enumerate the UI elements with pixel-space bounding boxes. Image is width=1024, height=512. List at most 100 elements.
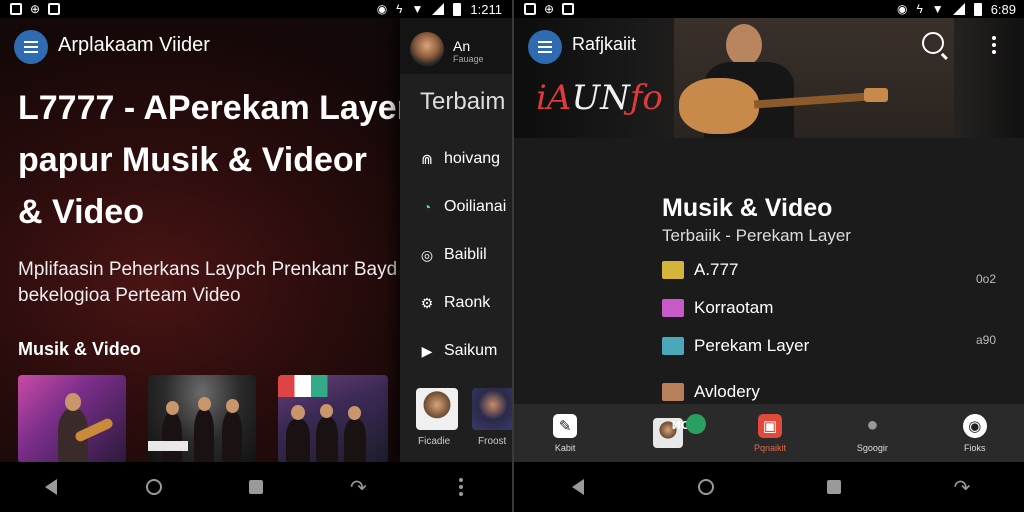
home-button[interactable] bbox=[141, 474, 167, 500]
badge-icon bbox=[685, 414, 706, 434]
back-icon bbox=[45, 479, 58, 495]
disc-icon: ◎ bbox=[420, 246, 434, 263]
drawer-header: An Fauage bbox=[400, 18, 512, 74]
overflow-button[interactable] bbox=[448, 474, 474, 500]
avatar-icon bbox=[662, 383, 684, 401]
bluetooth-icon: ϟ bbox=[916, 2, 923, 16]
profile-icon: ● bbox=[866, 414, 879, 436]
drawer-item-label: Ooilianai bbox=[444, 198, 507, 215]
record-icon bbox=[662, 337, 684, 355]
notification-icon bbox=[524, 3, 536, 15]
rotate-button[interactable]: ↷ bbox=[949, 474, 975, 500]
drawer-card-0[interactable] bbox=[416, 388, 458, 430]
list-item-value: a90 bbox=[976, 333, 997, 347]
home-icon bbox=[698, 479, 714, 495]
brand-logo: iAUNƒo bbox=[536, 78, 663, 118]
notification-icon bbox=[10, 3, 22, 15]
alarm-icon: ◉ bbox=[376, 2, 388, 16]
recents-button[interactable] bbox=[821, 474, 847, 500]
vpn-icon: ⊕ bbox=[544, 2, 555, 16]
recents-button[interactable] bbox=[243, 474, 269, 500]
drawer-item-1[interactable]: ◔ Ooilianai bbox=[418, 198, 507, 216]
drawer-item-4[interactable]: ▶ Saikum bbox=[418, 342, 498, 360]
tab-fioks[interactable]: ◉ Fioks bbox=[935, 413, 1015, 453]
drawer-card-label: Ficadie bbox=[418, 436, 451, 447]
tab-pqnaikit[interactable]: ▣ Pqnaikit bbox=[730, 413, 810, 453]
edit-icon: ✎ bbox=[553, 413, 578, 438]
tab-sgoogir[interactable]: ● Sgoogir bbox=[832, 414, 912, 453]
back-button[interactable] bbox=[565, 474, 591, 500]
app-title: Arplakaam Viider bbox=[58, 34, 210, 56]
app-title: Rafjkaiit bbox=[572, 34, 637, 54]
signal-icon bbox=[952, 3, 965, 15]
clock-icon: ◔ bbox=[422, 199, 432, 215]
home-button[interactable] bbox=[693, 474, 719, 500]
right-phone: ⊕ ◉ ϟ ▼ 6:89 Rafjkaiit iAUNƒo Musik & Vi… bbox=[514, 0, 1024, 512]
settings-icon: ⚙ bbox=[420, 294, 434, 311]
video-thumbnail-band[interactable] bbox=[148, 375, 256, 463]
more-options-icon[interactable] bbox=[992, 36, 996, 54]
video-thumbnail-concert[interactable] bbox=[278, 375, 388, 463]
drawer-item-label: Saikum bbox=[444, 342, 498, 359]
list-item-label: Avlodery bbox=[694, 382, 760, 401]
list-item[interactable]: A.777 bbox=[662, 260, 738, 280]
system-nav-bar: ↷ bbox=[514, 462, 1024, 512]
signal-icon bbox=[432, 3, 445, 15]
hamburger-icon bbox=[538, 41, 552, 43]
play-icon: ▶ bbox=[421, 342, 433, 359]
tab-profile[interactable]: ᴎᴏC bbox=[628, 414, 708, 448]
status-time: 1:211 bbox=[470, 1, 502, 17]
main-heading: Musik & Video bbox=[662, 194, 833, 222]
user-subtitle: Fauage bbox=[453, 54, 484, 64]
drawer-card-label: Froost bbox=[478, 436, 507, 447]
list-item[interactable]: Avlodery bbox=[662, 382, 760, 402]
wifi-icon: ▼ bbox=[411, 2, 424, 16]
gift-icon: ▣ bbox=[757, 413, 782, 438]
status-time: 6:89 bbox=[990, 1, 1016, 17]
menu-button[interactable] bbox=[14, 30, 48, 64]
navigation-drawer: An Fauage Terbaim ⋒ hoivang ◔ Ooilianai … bbox=[400, 18, 512, 462]
system-nav-bar: ↷ bbox=[0, 462, 512, 512]
drawer-card-1[interactable] bbox=[472, 388, 512, 430]
list-item[interactable]: Korraotam bbox=[662, 298, 773, 318]
search-icon[interactable] bbox=[922, 32, 944, 54]
list-item-label: Perekam Layer bbox=[694, 336, 810, 355]
user-name: An bbox=[453, 38, 471, 54]
list-item[interactable]: Perekam Layer bbox=[662, 336, 809, 356]
back-icon bbox=[572, 479, 584, 495]
drawer-item-2[interactable]: ◎ Baiblil bbox=[418, 246, 487, 264]
drawer-item-3[interactable]: ⚙ Raonk bbox=[418, 294, 491, 312]
rotate-icon: ↷ bbox=[349, 476, 367, 499]
video-thumbnail-guitarist[interactable] bbox=[18, 375, 126, 463]
folder-icon bbox=[662, 261, 684, 279]
list-item-value: 0o2 bbox=[976, 272, 997, 286]
hamburger-icon bbox=[24, 41, 38, 43]
wifi-icon: ▼ bbox=[931, 2, 944, 16]
app-icon bbox=[562, 3, 575, 15]
back-button[interactable] bbox=[38, 474, 64, 500]
menu-button[interactable] bbox=[528, 30, 562, 64]
overflow-icon bbox=[458, 478, 463, 496]
vpn-icon: ⊕ bbox=[30, 2, 41, 16]
drawer-item-label: Baiblil bbox=[444, 246, 487, 263]
alarm-icon: ◉ bbox=[896, 2, 908, 16]
list-item-label: A.777 bbox=[694, 260, 739, 279]
status-bar: ⊕ ◉ ϟ ▼ 1:211 bbox=[0, 0, 512, 18]
drawer-item-0[interactable]: ⋒ hoivang bbox=[418, 150, 500, 168]
drawer-item-label: Raonk bbox=[444, 294, 491, 311]
rotate-button[interactable]: ↷ bbox=[345, 474, 371, 500]
battery-icon bbox=[973, 2, 982, 16]
home-icon bbox=[145, 479, 162, 495]
bottom-tab-bar: ✎ Kabit ᴎᴏC ▣ Pqnaikit ● Sgoogir ◉ Fioks bbox=[514, 404, 1024, 462]
left-phone: ⊕ ◉ ϟ ▼ 1:211 Arplakaam Viider L7777 - A… bbox=[0, 0, 512, 512]
screen-root: ⊕ ◉ ϟ ▼ 1:211 Arplakaam Viider L7777 - A… bbox=[0, 0, 1024, 512]
equalizer-icon: ⋒ bbox=[421, 150, 433, 167]
list-item-label: Korraotam bbox=[694, 298, 774, 317]
rotate-icon: ↷ bbox=[953, 476, 971, 499]
user-avatar[interactable] bbox=[410, 32, 444, 66]
description: Mplifaasin Peherkans Laypch Prenkanr Bay… bbox=[18, 259, 398, 306]
tab-kabit[interactable]: ✎ Kabit bbox=[525, 413, 605, 453]
bluetooth-icon: ϟ bbox=[396, 2, 403, 16]
drawer-item-label: hoivang bbox=[444, 150, 501, 167]
app-icon bbox=[48, 3, 61, 15]
